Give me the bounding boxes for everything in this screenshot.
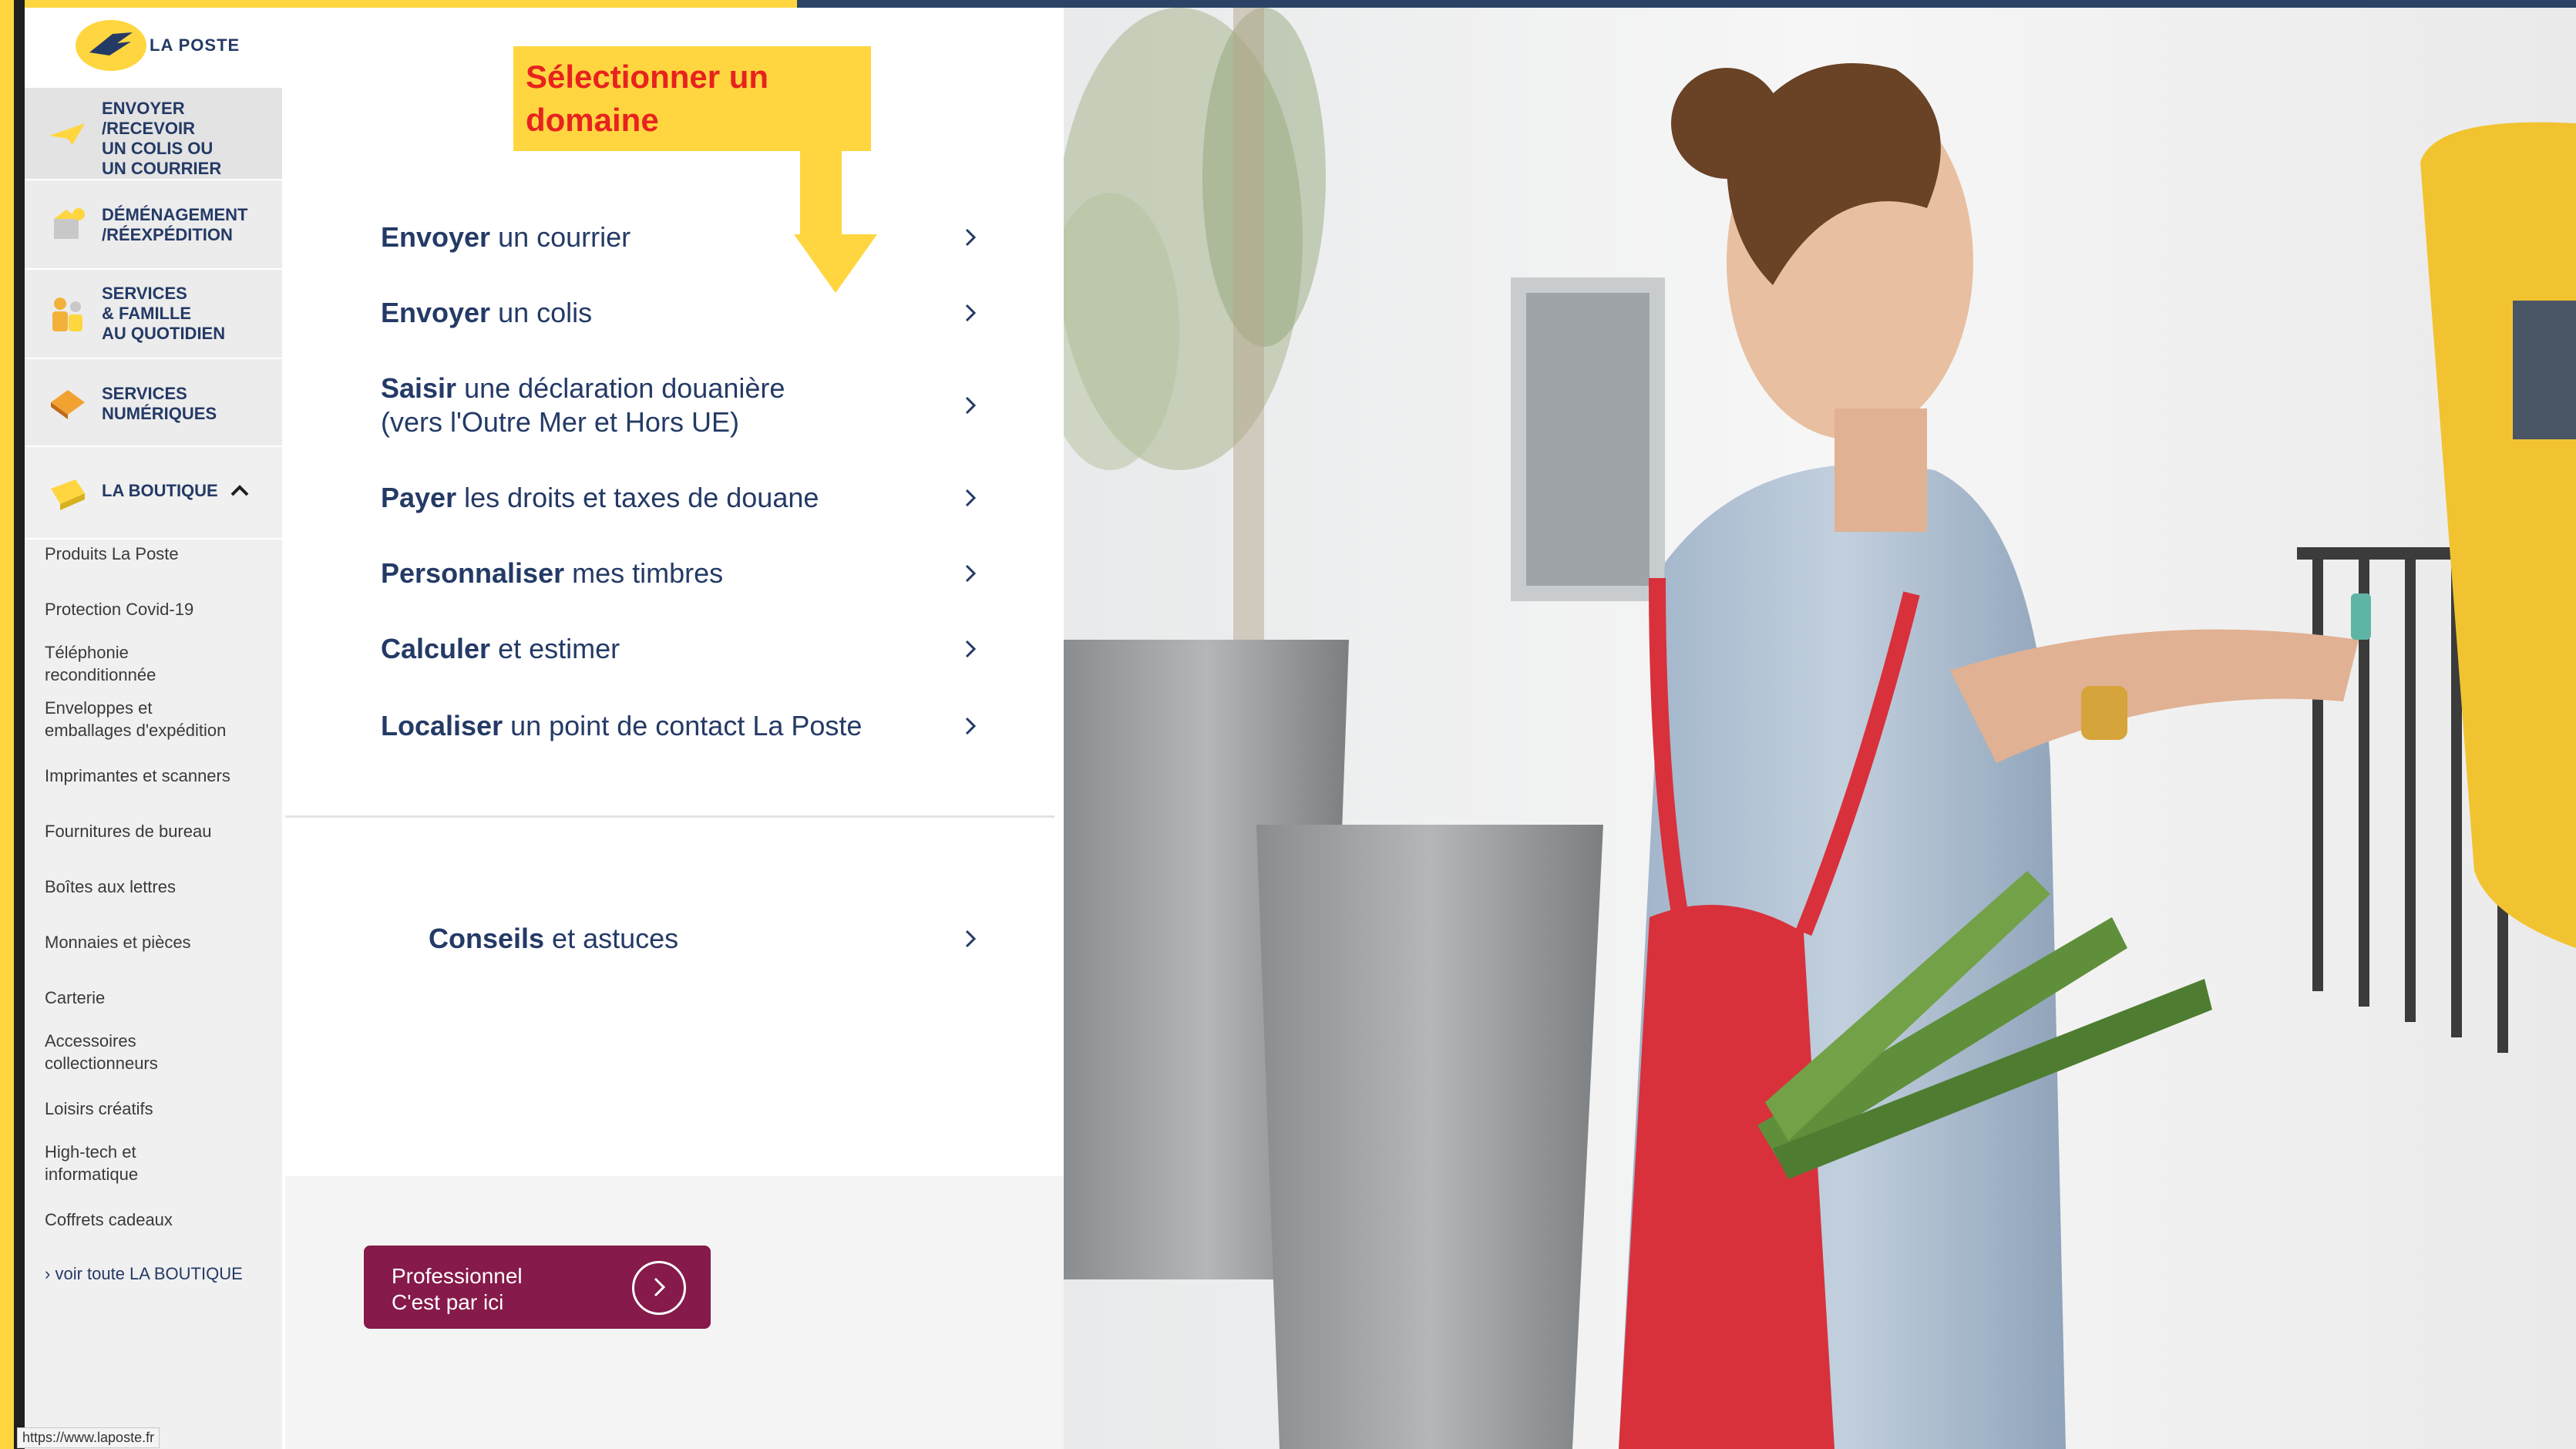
professionnel-button[interactable]: Professionnel C'est par ici — [364, 1246, 711, 1329]
shop-item[interactable]: High-tech et informatique — [45, 1141, 138, 1185]
chevron-right-icon — [959, 556, 982, 598]
menu-rest: un colis — [490, 297, 593, 328]
sidebar-item-services-famille[interactable]: SERVICES & FAMILLE AU QUOTIDIEN — [25, 270, 282, 359]
menu-rest: mes timbres — [564, 557, 724, 589]
shop-item[interactable]: Monnaies et pièces — [45, 931, 191, 953]
logo-text: LA POSTE — [150, 35, 240, 55]
main-menu-panel: Sélectionner un domaine Envoyer un courr… — [285, 8, 1064, 1449]
shop-item[interactable]: Imprimantes et scanners — [45, 765, 230, 787]
status-bar-url: https://www.laposte.fr — [17, 1427, 160, 1448]
shop-icon — [45, 470, 91, 516]
chevron-right-icon — [959, 481, 982, 523]
menu-calculer[interactable]: Calculer et estimer — [381, 632, 982, 666]
callout-text: Sélectionner un domaine — [526, 59, 769, 138]
chevron-right-icon — [959, 922, 982, 963]
shop-item[interactable]: Protection Covid-19 — [45, 598, 193, 620]
sidebar-item-boutique[interactable]: LA BOUTIQUE — [25, 447, 282, 540]
menu-verb: Calculer — [381, 633, 491, 664]
menu-rest: une déclaration douanière — [456, 372, 785, 404]
sidebar-item-label: LA BOUTIQUE — [102, 481, 218, 500]
menu-verb: Payer — [381, 482, 457, 513]
menu-verb: Envoyer — [381, 221, 491, 253]
top-accent-bar-yellow — [0, 0, 797, 8]
chevron-right-icon — [959, 632, 982, 674]
menu-rest-line2: (vers l'Outre Mer et Hors UE) — [381, 406, 739, 438]
shop-item[interactable]: Accessoires collectionneurs — [45, 1030, 158, 1074]
menu-verb: Localiser — [381, 710, 503, 741]
left-dark-stripe — [14, 0, 25, 1449]
digital-services-icon — [45, 379, 91, 425]
shop-item[interactable]: Fournitures de bureau — [45, 820, 211, 842]
menu-personnaliser-timbres[interactable]: Personnaliser mes timbres — [381, 556, 982, 590]
menu-verb: Conseils — [429, 923, 545, 954]
left-accent-stripe — [0, 0, 14, 1449]
arrow-right-circle-icon — [632, 1261, 686, 1315]
sidebar-item-label: SERVICES & FAMILLE AU QUOTIDIEN — [102, 284, 226, 343]
sidebar: LA POSTE ENVOYER /RECEVOIR UN COLIS OU U… — [25, 8, 282, 1449]
menu-payer-droits[interactable]: Payer les droits et taxes de douane — [381, 481, 982, 515]
sidebar-item-label: SERVICES NUMÉRIQUES — [102, 384, 217, 423]
shop-list: Produits La Poste Protection Covid-19 Té… — [25, 540, 282, 1283]
menu-rest: un courrier — [490, 221, 631, 253]
chevron-right-icon — [959, 220, 982, 262]
menu-verb: Personnaliser — [381, 557, 565, 589]
la-poste-bird-icon — [76, 20, 146, 71]
shop-item[interactable]: Carterie — [45, 987, 105, 1009]
menu-envoyer-colis[interactable]: Envoyer un colis — [381, 296, 982, 330]
pro-button-line2: C'est par ici — [392, 1290, 504, 1314]
chevron-right-icon — [959, 709, 982, 751]
menu-localiser[interactable]: Localiser un point de contact La Poste — [381, 709, 982, 743]
moving-box-icon — [45, 200, 91, 247]
chevron-up-icon[interactable] — [228, 479, 251, 506]
shop-item[interactable]: Téléphonie reconditionnée — [45, 641, 156, 686]
family-icon — [45, 291, 91, 338]
hero-photo-woman-at-mailbox — [1064, 8, 2576, 1449]
menu-rest: les droits et taxes de douane — [456, 482, 819, 513]
chevron-right-icon — [959, 388, 982, 430]
shop-item[interactable]: Produits La Poste — [45, 543, 179, 565]
shop-item[interactable]: Boîtes aux lettres — [45, 876, 176, 898]
menu-conseils-astuces[interactable]: Conseils et astuces — [429, 922, 982, 956]
sidebar-item-label: ENVOYER /RECEVOIR UN COLIS OU UN COURRIE… — [102, 99, 222, 178]
menu-envoyer-courrier[interactable]: Envoyer un courrier — [381, 220, 982, 254]
divider — [285, 815, 1054, 818]
shop-item[interactable]: Coffrets cadeaux — [45, 1209, 173, 1231]
sidebar-item-envoyer-recevoir[interactable]: ENVOYER /RECEVOIR UN COLIS OU UN COURRIE… — [25, 89, 282, 180]
menu-rest: et astuces — [544, 923, 679, 954]
chevron-right-icon: › — [45, 1264, 51, 1283]
menu-verb: Saisir — [381, 372, 457, 404]
shop-item[interactable]: Loisirs créatifs — [45, 1098, 153, 1120]
sidebar-item-services-numeriques[interactable]: SERVICES NUMÉRIQUES — [25, 359, 282, 447]
chevron-right-icon — [959, 296, 982, 338]
callout-annotation: Sélectionner un domaine — [513, 46, 871, 151]
pro-button-line1: Professionnel — [392, 1264, 523, 1288]
sidebar-item-label: DÉMÉNAGEMENT /RÉEXPÉDITION — [102, 205, 248, 244]
menu-saisir-declaration[interactable]: Saisir une déclaration douanière (vers l… — [381, 371, 982, 439]
sidebar-item-demenagement[interactable]: DÉMÉNAGEMENT /RÉEXPÉDITION — [25, 180, 282, 270]
shop-item[interactable]: Enveloppes et emballages d'expédition — [45, 697, 226, 741]
logo[interactable]: LA POSTE — [25, 8, 282, 89]
see-all-label: voir toute LA BOUTIQUE — [55, 1264, 243, 1283]
menu-rest: un point de contact La Poste — [503, 710, 863, 741]
top-accent-bar-blue — [797, 0, 2576, 8]
plane-icon — [45, 111, 91, 157]
see-all-boutique-link[interactable]: › voir toute LA BOUTIQUE — [45, 1264, 243, 1284]
menu-verb: Envoyer — [381, 297, 491, 328]
menu-rest: et estimer — [490, 633, 620, 664]
